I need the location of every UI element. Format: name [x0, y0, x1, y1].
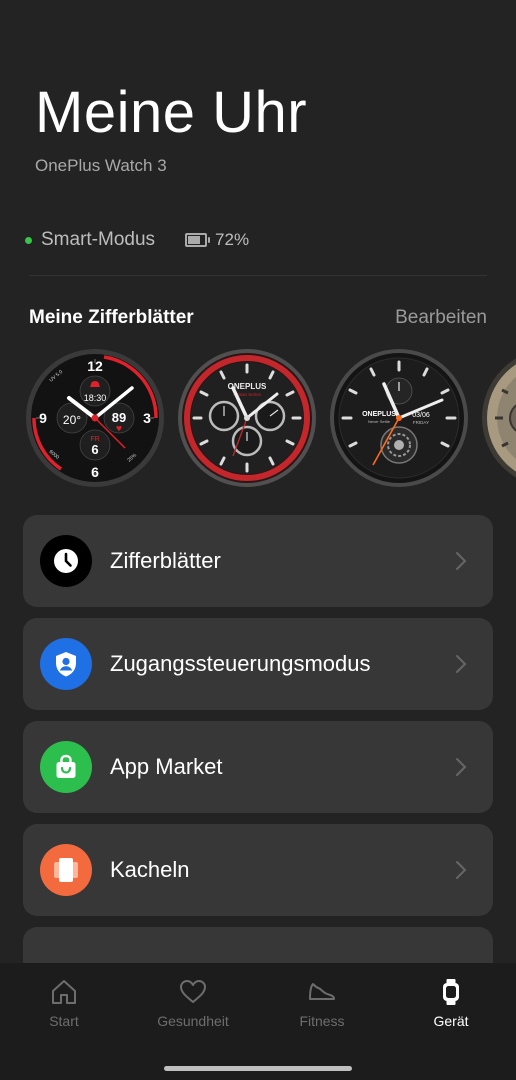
chevron-right-icon	[456, 655, 467, 673]
home-icon	[52, 980, 76, 1004]
tab-start[interactable]: Start	[14, 977, 114, 1029]
edit-watch-faces-button[interactable]: Bearbeiten	[395, 307, 487, 329]
face-day-number: 6	[91, 442, 98, 457]
chevron-right-icon	[456, 758, 467, 776]
menu-item-kacheln[interactable]: Kacheln	[23, 824, 493, 916]
watch-icon	[443, 979, 459, 1005]
menu-item-label: Zifferblätter	[110, 548, 221, 573]
menu-item-label: App Market	[110, 754, 223, 779]
connection-status: Smart-Modus 72%	[25, 228, 249, 252]
tab-geraet[interactable]: Gerät	[401, 977, 501, 1029]
tourbillon-watch-face[interactable]: ONEPLUS Never Settle 03/06 FRIDAY	[329, 348, 469, 488]
face-heart-rate: 89	[112, 410, 126, 425]
watch-faces-carousel[interactable]: UV 5.0 25% 6000 12 3 6 9 18:30 20° 89 ♥ …	[25, 348, 516, 488]
tab-label: Gerät	[433, 1013, 469, 1029]
divider	[29, 275, 487, 276]
menu-item-zugangssteuerungsmodus[interactable]: Zugangssteuerungsmodus	[23, 618, 493, 710]
face-numeral-9: 9	[39, 410, 47, 426]
shopping-bag-icon	[40, 741, 92, 793]
menu-item-app-market[interactable]: App Market	[23, 721, 493, 813]
battery-text: 72%	[215, 230, 250, 249]
tab-gesundheit[interactable]: Gesundheit	[143, 977, 243, 1029]
tab-fitness[interactable]: Fitness	[272, 977, 372, 1029]
menu-item-label: Zugangssteuerungsmodus	[110, 651, 371, 676]
chevron-right-icon	[456, 861, 467, 879]
status-text: Smart-Modus	[41, 229, 156, 250]
face-numeral-3: 3	[143, 410, 151, 426]
chronograph-red-watch-face[interactable]: ONEPLUS Artisan Series	[177, 348, 317, 488]
face-weekday: FRIDAY	[413, 420, 429, 425]
watch-faces-title: Meine Zifferblätter	[29, 307, 194, 328]
face-numeral-6: 6	[91, 464, 99, 480]
face-subtitle: Never Settle	[368, 419, 391, 424]
tab-label: Fitness	[299, 1013, 345, 1029]
bottom-tab-bar: Start Gesundheit Fitness Gerät	[0, 963, 516, 1080]
gold-watch-face[interactable]	[481, 348, 516, 488]
battery-icon	[185, 233, 211, 247]
face-date: 03/06	[412, 412, 430, 419]
tab-label: Gesundheit	[157, 1013, 229, 1029]
menu-item-zifferblaetter[interactable]: Zifferblätter	[23, 515, 493, 607]
shield-user-icon	[40, 638, 92, 690]
device-name: OnePlus Watch 3	[35, 156, 167, 175]
sport-watch-face[interactable]: UV 5.0 25% 6000 12 3 6 9 18:30 20° 89 ♥ …	[25, 348, 165, 488]
face-numeral-12: 12	[87, 358, 103, 374]
page-title: Meine Uhr	[35, 80, 308, 145]
chevron-right-icon	[456, 552, 467, 570]
heart-icon	[180, 980, 206, 1003]
home-indicator[interactable]	[164, 1066, 352, 1071]
battery-status: 72%	[185, 230, 249, 250]
clock-icon	[40, 535, 92, 587]
face-time: 18:30	[84, 393, 107, 403]
status-dot-icon	[25, 236, 32, 244]
tiles-icon	[40, 844, 92, 896]
svg-text:♥: ♥	[116, 425, 122, 433]
face-brand: ONEPLUS	[362, 411, 396, 418]
tab-label: Start	[49, 1013, 79, 1029]
face-temperature: 20°	[63, 413, 81, 427]
shoe-icon	[309, 983, 335, 1000]
menu-item-label: Kacheln	[110, 857, 190, 882]
